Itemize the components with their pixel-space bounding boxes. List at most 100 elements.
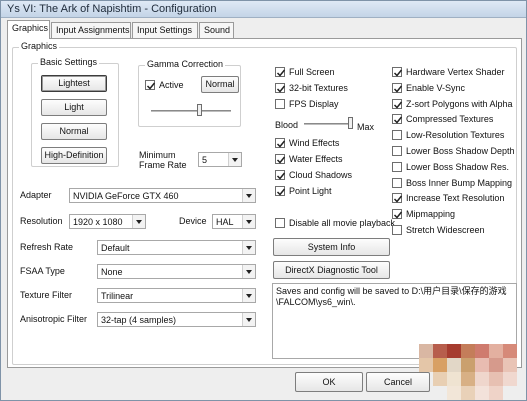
preset-light-button[interactable]: Light (41, 99, 107, 116)
check-icon (393, 69, 403, 77)
full-screen-checkbox[interactable]: Full Screen (275, 66, 385, 78)
tab-input-settings[interactable]: Input Settings (132, 22, 198, 38)
wind-effects-checkbox[interactable]: Wind Effects (275, 137, 385, 149)
cloud-shadows-checkbox[interactable]: Cloud Shadows (275, 169, 385, 181)
boss-inner-bump-mapping-checkbox[interactable]: Boss Inner Bump Mapping (392, 177, 516, 189)
enable-v-sync-box (392, 82, 403, 93)
blood-label: Blood (275, 120, 299, 130)
cancel-button[interactable]: Cancel (366, 372, 430, 392)
chevron-down-icon (242, 241, 255, 254)
stretch-widescreen-checkbox[interactable]: Stretch Widescreen (392, 224, 516, 236)
boss-inner-bump-mapping-text: Boss Inner Bump Mapping (406, 177, 513, 188)
preset-high-definition-button[interactable]: High-Definition (41, 147, 107, 164)
gamma-normal-button[interactable]: Normal (201, 76, 239, 93)
min-frame-rate-label: Minimum Frame Rate (139, 150, 187, 170)
low-resolution-textures-box (392, 130, 402, 141)
directx-diagnostic-button[interactable]: DirectX Diagnostic Tool (273, 261, 390, 279)
texture-filter-value: Trilinear (101, 291, 134, 301)
graphics-panel: Graphics Basic Settings Lightest Light N… (7, 38, 522, 368)
disable-movie-text: Disable all movie playback (289, 218, 396, 228)
graphics-group-label: Graphics (19, 41, 60, 51)
lower-boss-shadow-res-text: Lower Boss Shadow Res. (406, 161, 510, 172)
tab-graphics[interactable]: Graphics (7, 20, 50, 39)
device-select[interactable]: HAL (212, 214, 256, 229)
save-info-line1: Saves and config will be saved to D:\用户目… (276, 286, 507, 296)
low-resolution-textures-text: Low-Resolution Textures (406, 130, 505, 141)
point-light-checkbox[interactable]: Point Light (275, 185, 385, 197)
wind-effects-box (275, 138, 286, 148)
tab-input-assignments[interactable]: Input Assignments (51, 22, 131, 38)
blood-slider-track[interactable] (304, 123, 352, 125)
check-icon (276, 172, 286, 180)
chevron-down-icon (242, 215, 255, 228)
disable-movie-box (275, 218, 285, 228)
device-label: Device (179, 216, 207, 226)
increase-text-resolution-text: Increase Text Resolution (406, 193, 505, 204)
check-icon (146, 82, 156, 90)
preset-normal-button[interactable]: Normal (41, 123, 107, 140)
check-icon (393, 116, 403, 125)
increase-text-resolution-checkbox[interactable]: Increase Text Resolution (392, 192, 516, 204)
refresh-rate-value: Default (101, 243, 130, 253)
ok-button[interactable]: OK (295, 372, 363, 392)
chevron-down-icon (242, 313, 255, 326)
enable-v-sync-checkbox[interactable]: Enable V-Sync (392, 82, 516, 94)
min-frame-rate-select[interactable]: 5 (198, 152, 242, 167)
anisotropic-filter-select[interactable]: 32-tap (4 samples) (97, 312, 256, 327)
resolution-select[interactable]: 1920 x 1080 (69, 214, 146, 229)
lower-boss-shadow-res-checkbox[interactable]: Lower Boss Shadow Res. (392, 161, 516, 173)
fsaa-type-label: FSAA Type (20, 266, 65, 276)
system-info-button[interactable]: System Info (273, 238, 390, 256)
water-effects-checkbox[interactable]: Water Effects (275, 153, 385, 165)
lower-boss-shadow-depth-box (392, 146, 402, 156)
compressed-textures-text: Compressed Textures (406, 114, 494, 125)
chevron-down-icon (228, 153, 241, 166)
save-info-line2: \FALCOM\ys6_win\. (276, 297, 356, 307)
32-bit-textures-checkbox[interactable]: 32-bit Textures (275, 82, 385, 94)
basic-settings-label: Basic Settings (38, 57, 100, 67)
anisotropic-filter-label: Anisotropic Filter (20, 314, 88, 324)
chevron-down-icon (242, 289, 255, 302)
full-screen-box (275, 67, 286, 77)
gamma-group: Gamma Correction (138, 59, 241, 127)
blood-slider-thumb[interactable] (348, 117, 353, 129)
gamma-slider-track[interactable] (151, 110, 231, 112)
title-bar[interactable]: Ys VI: The Ark of Napishtim - Configurat… (1, 1, 526, 18)
device-value: HAL (216, 217, 234, 227)
low-resolution-textures-checkbox[interactable]: Low-Resolution Textures (392, 129, 516, 141)
stretch-widescreen-text: Stretch Widescreen (406, 225, 485, 235)
check-icon (276, 85, 286, 93)
water-effects-text: Water Effects (289, 154, 343, 164)
tab-sound[interactable]: Sound (199, 22, 234, 38)
compressed-textures-box (392, 114, 403, 125)
enable-v-sync-text: Enable V-Sync (406, 82, 466, 93)
mipmapping-checkbox[interactable]: Mipmapping (392, 208, 516, 220)
adapter-label: Adapter (20, 190, 52, 200)
32-bit-textures-box (275, 83, 286, 93)
gamma-active-box (145, 80, 156, 90)
hardware-vertex-shader-text: Hardware Vertex Shader (406, 67, 505, 77)
disable-movie-checkbox[interactable]: Disable all movie playback (275, 217, 395, 229)
refresh-rate-label: Refresh Rate (20, 242, 74, 252)
preset-lightest-button[interactable]: Lightest (41, 75, 107, 92)
gamma-active-checkbox[interactable]: Active (145, 79, 195, 91)
min-frame-rate-label-line2: Frame Rate (139, 160, 187, 170)
refresh-rate-select[interactable]: Default (97, 240, 256, 255)
cloud-shadows-text: Cloud Shadows (289, 170, 353, 180)
compressed-textures-checkbox[interactable]: Compressed Textures (392, 113, 516, 125)
adapter-select[interactable]: NVIDIA GeForce GTX 460 (69, 188, 256, 203)
chevron-down-icon (132, 215, 145, 228)
lower-boss-shadow-depth-checkbox[interactable]: Lower Boss Shadow Depth (392, 145, 516, 157)
hardware-vertex-shader-checkbox[interactable]: Hardware Vertex Shader (392, 66, 516, 78)
point-light-box (275, 186, 286, 196)
fsaa-type-select[interactable]: None (97, 264, 256, 279)
gamma-slider-thumb[interactable] (197, 104, 202, 116)
fps-display-checkbox[interactable]: FPS Display (275, 98, 385, 110)
fps-display-text: FPS Display (289, 99, 339, 109)
window-title: Ys VI: The Ark of Napishtim - Configurat… (7, 3, 217, 15)
z-sort-polygons-with-alpha-checkbox[interactable]: Z-sort Polygons with Alpha (392, 98, 516, 110)
anisotropic-filter-value: 32-tap (4 samples) (101, 315, 177, 325)
texture-filter-select[interactable]: Trilinear (97, 288, 256, 303)
z-sort-polygons-with-alpha-box (392, 98, 403, 109)
gamma-label: Gamma Correction (145, 59, 226, 69)
